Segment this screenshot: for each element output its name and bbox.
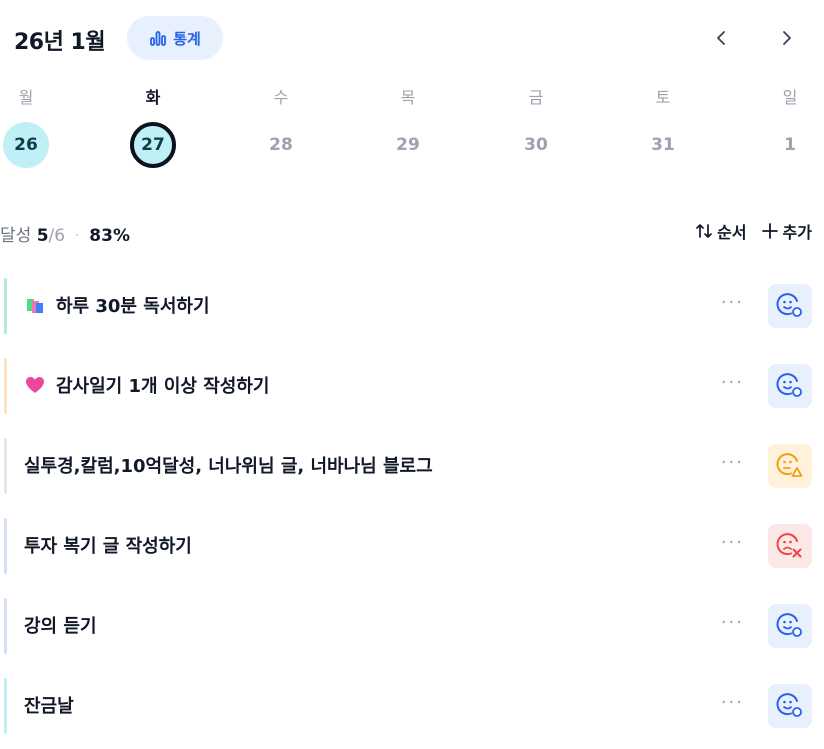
- date-cell[interactable]: 26: [3, 122, 49, 168]
- chevron-left-icon: [717, 31, 725, 45]
- goal-color-bar: [4, 438, 7, 494]
- achievement-percent: 83%: [89, 226, 130, 246]
- goal-item[interactable]: 투자 복기 글 작성하기 ···: [0, 510, 824, 574]
- stats-label: 통계: [173, 29, 201, 48]
- goal-text: 실투경,칼럼,10억달성, 너나위님 글, 너바나님 블로그: [24, 456, 433, 477]
- bar-chart-icon: [150, 31, 167, 46]
- weekday-tue: 화: [145, 88, 161, 107]
- total-count: /6: [48, 226, 66, 246]
- books-icon: [27, 299, 43, 313]
- goal-color-bar: [4, 518, 7, 574]
- list-actions: 순서 추가: [695, 219, 812, 243]
- smile-check-icon: [776, 613, 802, 637]
- date-cell[interactable]: 28: [258, 122, 304, 168]
- goal-item[interactable]: 감사일기 1개 이상 작성하기 ···: [0, 350, 824, 414]
- goal-item[interactable]: 강의 듣기 ···: [0, 590, 824, 654]
- plus-icon: [761, 223, 778, 239]
- goal-text: 하루 30분 독서하기: [56, 296, 210, 317]
- goal-item[interactable]: 실투경,칼럼,10억달성, 너나위님 글, 너바나님 블로그 ···: [0, 430, 824, 494]
- weekday-fri: 금: [528, 88, 544, 107]
- goal-color-bar: [4, 278, 7, 334]
- goal-item[interactable]: 잔금날 ···: [0, 670, 824, 734]
- daily-goals-view: 26년 1월 통계 월 화 수 목 금 토 일 26 27 28 29 30 3…: [0, 0, 824, 749]
- more-options-icon[interactable]: ···: [721, 612, 744, 633]
- goal-label: 잔금날: [24, 692, 74, 718]
- more-options-icon[interactable]: ···: [721, 452, 744, 473]
- reorder-label: 순서: [717, 223, 747, 242]
- goal-label: 강의 듣기: [24, 612, 97, 638]
- status-button[interactable]: [768, 444, 812, 488]
- goal-label: 투자 복기 글 작성하기: [24, 532, 192, 558]
- smile-check-icon: [776, 293, 802, 317]
- weekday-wed: 수: [273, 88, 289, 107]
- smile-check-icon: [776, 373, 802, 397]
- date-row: 26 27 28 29 30 31 1: [0, 122, 824, 172]
- date-cell[interactable]: 1: [767, 122, 813, 168]
- reorder-button[interactable]: 순서: [695, 219, 747, 243]
- goal-label: 실투경,칼럼,10억달성, 너나위님 글, 너바나님 블로그: [24, 452, 433, 478]
- goal-color-bar: [4, 678, 7, 734]
- goal-text: 투자 복기 글 작성하기: [24, 536, 192, 557]
- prev-week-button[interactable]: [704, 20, 740, 56]
- done-count: 5: [36, 226, 49, 246]
- summary-separator: ·: [74, 226, 80, 246]
- status-button[interactable]: [768, 364, 812, 408]
- more-options-icon[interactable]: ···: [721, 692, 744, 713]
- weekday-sun: 일: [782, 88, 798, 107]
- smile-check-icon: [776, 693, 802, 717]
- status-button[interactable]: [768, 684, 812, 728]
- add-goal-button[interactable]: 추가: [761, 219, 812, 243]
- month-title: 26년 1월: [14, 30, 106, 55]
- sad-cross-icon: [776, 533, 802, 558]
- stats-button[interactable]: 통계: [127, 16, 223, 60]
- neutral-warning-icon: [776, 453, 803, 477]
- goal-label: 감사일기 1개 이상 작성하기: [24, 372, 269, 398]
- chevron-right-icon: [783, 31, 791, 45]
- date-cell[interactable]: 30: [513, 122, 559, 168]
- more-options-icon[interactable]: ···: [721, 292, 744, 313]
- goal-text: 감사일기 1개 이상 작성하기: [56, 376, 270, 397]
- weekday-mon: 월: [18, 88, 34, 107]
- goal-color-bar: [4, 598, 7, 654]
- goal-color-bar: [4, 358, 7, 414]
- weekday-row: 월 화 수 목 금 토 일: [0, 84, 824, 108]
- achievement-summary: 달성 5/6 · 83%: [0, 221, 130, 246]
- header: 26년 1월 통계: [12, 14, 812, 62]
- weekday-thu: 목: [400, 88, 416, 107]
- heart-icon: [26, 377, 44, 393]
- goal-text: 잔금날: [24, 696, 74, 717]
- goal-text: 강의 듣기: [24, 616, 97, 637]
- date-cell[interactable]: 31: [640, 122, 686, 168]
- date-cell-today[interactable]: 27: [130, 122, 176, 168]
- weekday-sat: 토: [655, 88, 671, 107]
- more-options-icon[interactable]: ···: [721, 372, 744, 393]
- summary-label: 달성: [0, 226, 32, 246]
- status-button[interactable]: [768, 284, 812, 328]
- sort-arrows-icon: [696, 224, 712, 238]
- status-button[interactable]: [768, 524, 812, 568]
- next-week-button[interactable]: [768, 20, 804, 56]
- status-button[interactable]: [768, 604, 812, 648]
- goal-label: 하루 30분 독서하기: [24, 292, 210, 318]
- goal-item[interactable]: 하루 30분 독서하기 ···: [0, 270, 824, 334]
- date-cell[interactable]: 29: [385, 122, 431, 168]
- more-options-icon[interactable]: ···: [721, 532, 744, 553]
- add-label: 추가: [782, 223, 812, 242]
